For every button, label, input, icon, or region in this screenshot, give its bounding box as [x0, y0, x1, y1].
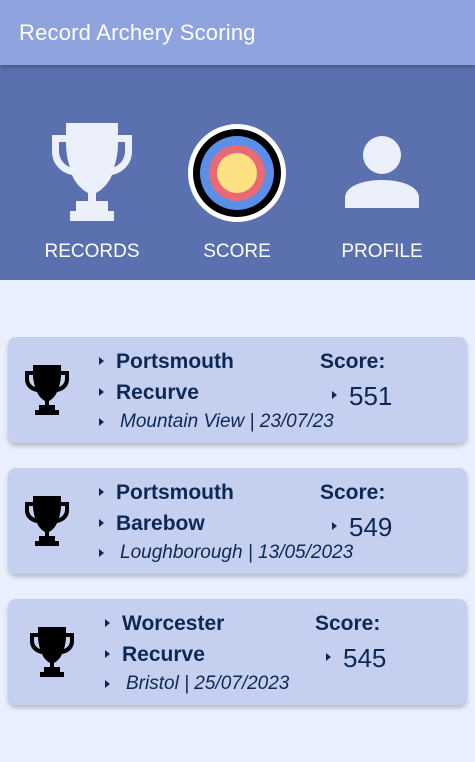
- bullet-icon: [105, 650, 110, 658]
- record-card[interactable]: Portsmouth Recurve Mountain View | 23/07…: [8, 337, 467, 443]
- record-bow-type: Recurve: [116, 381, 199, 404]
- trophy-icon: [25, 496, 69, 546]
- bullet-icon: [105, 680, 110, 688]
- bullet-icon: [332, 391, 337, 399]
- score-value: 545: [343, 643, 387, 673]
- nav-records-label: RECORDS: [44, 241, 140, 262]
- score-label: Score:: [320, 350, 386, 373]
- person-icon: [345, 136, 419, 208]
- score-label: Score:: [320, 481, 386, 504]
- app-bar: Record Archery Scoring: [0, 0, 475, 65]
- record-location: Portsmouth: [116, 481, 234, 504]
- app-title: Record Archery Scoring: [19, 20, 256, 45]
- record-bow-type: Barebow: [116, 512, 205, 535]
- record-location: Portsmouth: [116, 350, 234, 373]
- score-value: 551: [349, 381, 393, 411]
- bullet-icon: [99, 418, 104, 426]
- nav-profile[interactable]: PROFILE: [307, 65, 457, 280]
- bullet-icon: [99, 549, 104, 557]
- record-location: Worcester: [122, 612, 225, 635]
- nav-panel: RECORDS SCORE PROFILE: [0, 65, 475, 280]
- nav-score[interactable]: SCORE: [162, 65, 312, 280]
- nav-profile-label: PROFILE: [341, 241, 423, 262]
- record-details: Bristol | 25/07/2023: [126, 673, 290, 694]
- record-card[interactable]: Worcester Recurve Bristol | 25/07/2023 S…: [8, 599, 467, 705]
- bullet-icon: [326, 653, 331, 661]
- nav-score-label: SCORE: [203, 241, 271, 262]
- bullet-icon: [332, 522, 337, 530]
- target-icon: [188, 124, 286, 222]
- record-details: Mountain View | 23/07/23: [120, 411, 334, 432]
- score-value: 549: [349, 512, 393, 542]
- bullet-icon: [105, 619, 110, 627]
- bullet-icon: [99, 488, 104, 496]
- bullet-icon: [99, 357, 104, 365]
- bullet-icon: [99, 519, 104, 527]
- trophy-icon: [52, 123, 132, 221]
- nav-records[interactable]: RECORDS: [17, 65, 167, 280]
- record-details: Loughborough | 13/05/2023: [120, 542, 354, 563]
- bullet-icon: [99, 388, 104, 396]
- trophy-icon: [30, 627, 74, 677]
- record-bow-type: Recurve: [122, 643, 205, 666]
- trophy-icon: [25, 365, 69, 415]
- record-card[interactable]: Portsmouth Barebow Loughborough | 13/05/…: [8, 468, 467, 574]
- score-label: Score:: [315, 612, 381, 635]
